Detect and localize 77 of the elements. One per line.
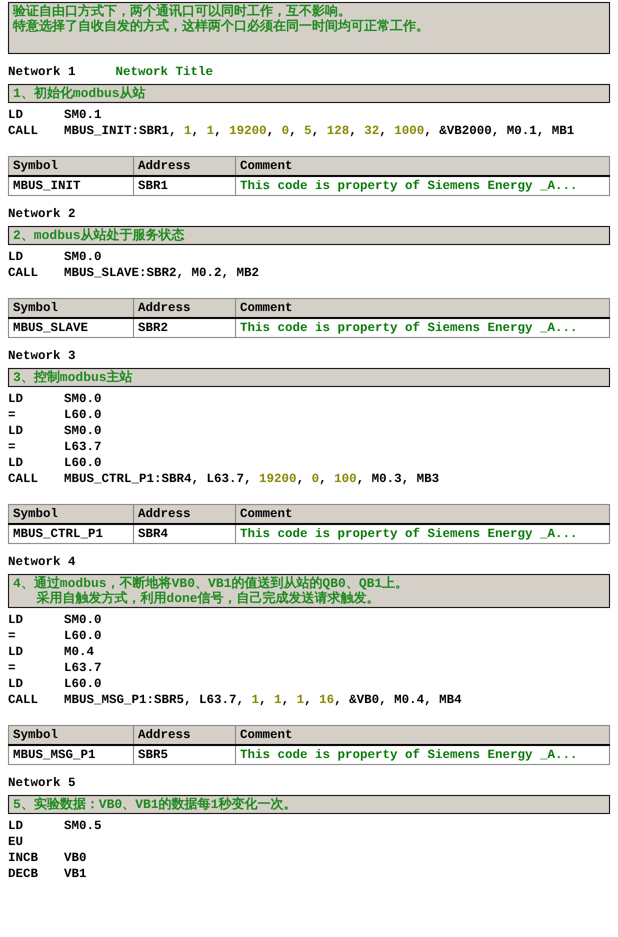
instruction-mnemonic: CALL bbox=[8, 471, 40, 487]
column-header: Address bbox=[134, 504, 236, 524]
instruction-mnemonic: LD bbox=[8, 107, 24, 123]
instruction-operand: SM0.0 bbox=[64, 249, 102, 265]
instruction-operand: VB0 bbox=[64, 850, 87, 866]
instruction-operand: MBUS_INIT:SBR1, 1, 1, 19200, 0, 5, 128, 32, 1000, &VB2000, M0.1, MB1 bbox=[64, 123, 574, 139]
instruction-operand: SM0.5 bbox=[64, 818, 102, 834]
column-header: Address bbox=[134, 298, 236, 318]
instruction-operand: SM0.1 bbox=[64, 107, 102, 123]
network-label: Network 2 bbox=[8, 206, 76, 222]
instruction-operand: M0.4 bbox=[64, 644, 94, 660]
instruction-operand: SM0.0 bbox=[64, 423, 102, 439]
instruction-mnemonic: LD bbox=[8, 391, 24, 407]
instruction-operand: L63.7 bbox=[64, 660, 102, 676]
column-header: Address bbox=[134, 156, 236, 176]
instruction-mnemonic: = bbox=[8, 439, 17, 455]
instruction-mnemonic: = bbox=[8, 628, 17, 644]
instruction-mnemonic: CALL bbox=[8, 265, 40, 281]
table-cell: SBR4 bbox=[134, 524, 236, 544]
table-cell: This code is property of Siemens Energy _A... bbox=[236, 524, 610, 544]
program-comment: 特意选择了自收自发的方式，这样两个口必须在同一时间均可正常工作。 bbox=[13, 19, 430, 34]
instruction-mnemonic: LD bbox=[8, 455, 24, 471]
instruction-mnemonic: DECB bbox=[8, 866, 40, 882]
instruction-mnemonic: INCB bbox=[8, 850, 40, 866]
instruction-mnemonic: = bbox=[8, 660, 17, 676]
table-cell: MBUS_CTRL_P1 bbox=[8, 524, 134, 544]
program-comment: 验证自由口方式下，两个通讯口可以同时工作，互不影响。 bbox=[13, 4, 352, 19]
table-cell: MBUS_INIT bbox=[8, 176, 134, 196]
table-cell: This code is property of Siemens Energy _A... bbox=[236, 318, 610, 338]
column-header: Symbol bbox=[8, 726, 134, 745]
instruction-mnemonic: LD bbox=[8, 644, 24, 660]
instruction-mnemonic: LD bbox=[8, 249, 24, 265]
table-cell: This code is property of Siemens Energy _A... bbox=[236, 176, 610, 196]
table-cell: SBR5 bbox=[134, 745, 236, 764]
instruction-operand: VB1 bbox=[64, 866, 87, 882]
instruction-mnemonic: LD bbox=[8, 676, 24, 692]
instruction-mnemonic: CALL bbox=[8, 123, 40, 139]
column-header: Symbol bbox=[8, 504, 134, 524]
network-label: Network 3 bbox=[8, 348, 76, 364]
instruction-operand: MBUS_MSG_P1:SBR5, L63.7, 1, 1, 1, 16, &VB0, M0.4, MB4 bbox=[64, 692, 462, 708]
instruction-operand: L63.7 bbox=[64, 439, 102, 455]
network-label: Network 4 bbox=[8, 554, 76, 570]
column-header: Comment bbox=[236, 156, 610, 176]
table-cell: This code is property of Siemens Energy _A... bbox=[236, 745, 610, 764]
network-title: Network Title bbox=[116, 64, 214, 80]
network-comment: 采用自触发方式，利用done信号，自己完成发送请求触发。 bbox=[35, 591, 381, 606]
column-header: Comment bbox=[236, 726, 610, 745]
table-cell: MBUS_SLAVE bbox=[8, 318, 134, 338]
instruction-operand: SM0.0 bbox=[64, 612, 102, 628]
instruction-operand: L60.0 bbox=[64, 628, 102, 644]
instruction-mnemonic: EU bbox=[8, 834, 24, 850]
instruction-operand: MBUS_SLAVE:SBR2, M0.2, MB2 bbox=[64, 265, 260, 281]
table-cell: SBR1 bbox=[134, 176, 236, 196]
column-header: Comment bbox=[236, 298, 610, 318]
network-comment: 5、实验数据：VB0、VB1的数据每1秒变化一次。 bbox=[13, 797, 298, 812]
column-header: Symbol bbox=[8, 298, 134, 318]
network-label: Network 5 bbox=[8, 775, 76, 791]
instruction-operand: L60.0 bbox=[64, 407, 102, 423]
instruction-mnemonic: CALL bbox=[8, 692, 40, 708]
instruction-mnemonic: = bbox=[8, 407, 17, 423]
instruction-mnemonic: LD bbox=[8, 612, 24, 628]
instruction-mnemonic: LD bbox=[8, 423, 24, 439]
instruction-operand: SM0.0 bbox=[64, 391, 102, 407]
network-comment: 2、modbus从站处于服务状态 bbox=[13, 228, 186, 243]
table-cell: MBUS_MSG_P1 bbox=[8, 745, 134, 764]
column-header: Comment bbox=[236, 504, 610, 524]
instruction-operand: L60.0 bbox=[64, 676, 102, 692]
table-cell: SBR2 bbox=[134, 318, 236, 338]
instruction-mnemonic: LD bbox=[8, 818, 24, 834]
network-label: Network 1 bbox=[8, 64, 76, 80]
network-comment: 4、通过modbus，不断地将VB0、VB1的值送到从站的QB0、QB1上。 bbox=[13, 576, 410, 591]
network-comment: 3、控制modbus主站 bbox=[13, 370, 134, 385]
instruction-operand: MBUS_CTRL_P1:SBR4, L63.7, 19200, 0, 100, M0.3, MB3 bbox=[64, 471, 440, 487]
column-header: Address bbox=[134, 726, 236, 745]
instruction-operand: L60.0 bbox=[64, 455, 102, 471]
network-comment: 1、初始化modbus从站 bbox=[13, 86, 147, 101]
column-header: Symbol bbox=[8, 156, 134, 176]
